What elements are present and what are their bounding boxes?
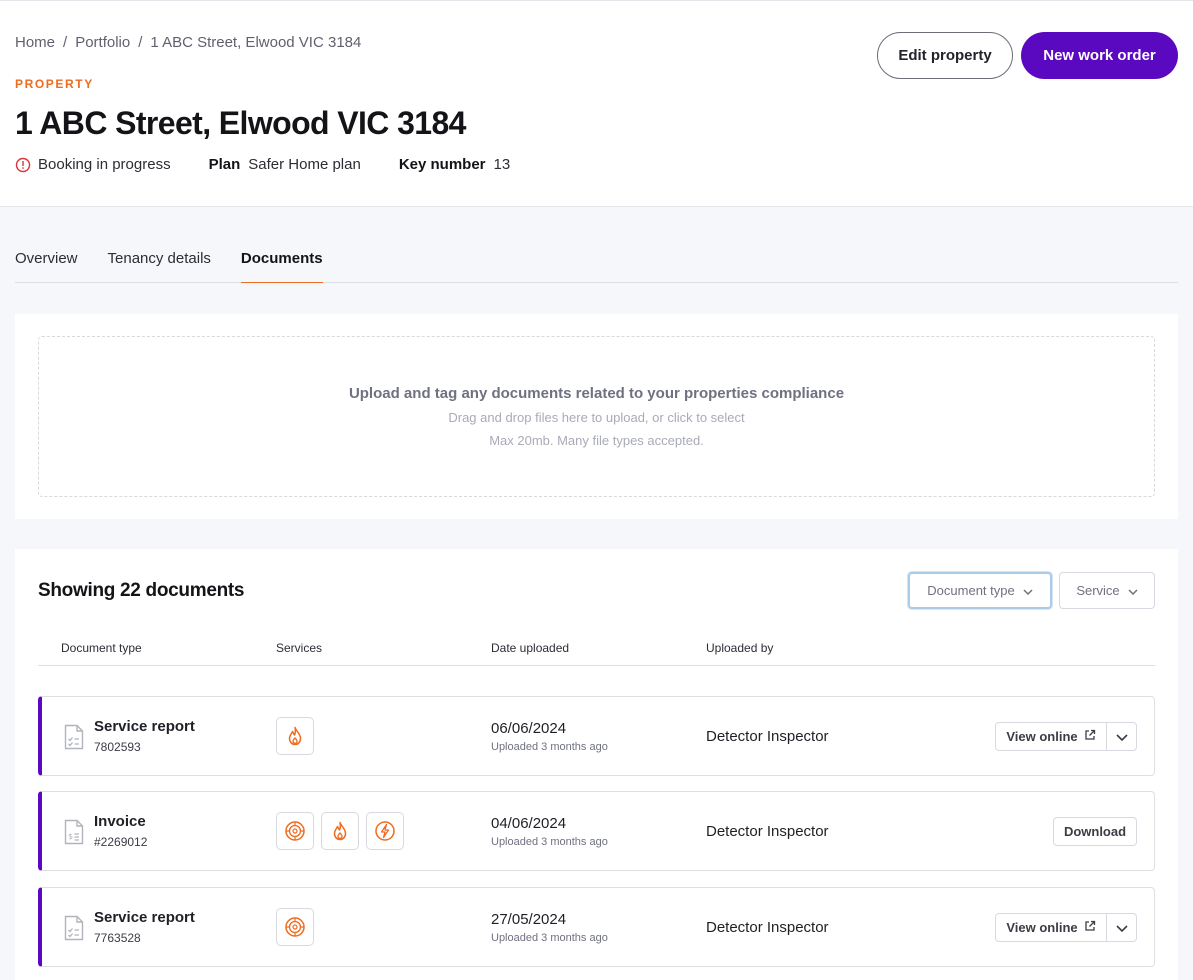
- view-online-label: View online: [1006, 920, 1078, 935]
- table-row[interactable]: Service report 7802593 06/06/2024 Upload…: [38, 696, 1155, 776]
- document-number: 7802593: [94, 740, 141, 754]
- view-online-label: View online: [1006, 729, 1078, 744]
- invoice-document-icon: $: [64, 819, 84, 850]
- tab-overview[interactable]: Overview: [15, 239, 78, 283]
- fire-icon: [276, 717, 314, 755]
- documents-card: Showing 22 documents Document type Servi…: [15, 549, 1178, 980]
- uploaded-by: Detector Inspector: [706, 728, 829, 745]
- external-link-icon: [1084, 920, 1096, 935]
- document-number: #2269012: [94, 835, 148, 849]
- uploaded-ago: Uploaded 3 months ago: [491, 836, 608, 848]
- download-button[interactable]: Download: [1053, 817, 1137, 846]
- smoke-alarm-icon: [276, 908, 314, 946]
- view-online-group: View online: [995, 913, 1137, 942]
- key-info: Key number 13: [399, 156, 510, 173]
- breadcrumb-separator: /: [63, 34, 68, 51]
- electrical-icon: [366, 812, 404, 850]
- document-icon: [64, 724, 84, 755]
- chevron-down-icon: [1023, 583, 1033, 598]
- edit-property-button[interactable]: Edit property: [877, 32, 1013, 79]
- breadcrumb: Home / Portfolio / 1 ABC Street, Elwood …: [15, 34, 361, 51]
- property-meta: Booking in progress Plan Safer Home plan …: [15, 156, 548, 173]
- property-header: Home / Portfolio / 1 ABC Street, Elwood …: [0, 0, 1193, 207]
- uploaded-ago: Uploaded 3 months ago: [491, 932, 608, 944]
- document-name: Service report: [94, 909, 195, 926]
- documents-count: Showing 22 documents: [38, 580, 245, 601]
- row-menu-button[interactable]: [1107, 914, 1136, 941]
- tab-documents[interactable]: Documents: [240, 239, 323, 283]
- key-value: 13: [493, 156, 511, 173]
- row-menu-button[interactable]: [1107, 723, 1136, 750]
- smoke-alarm-icon: [276, 812, 314, 850]
- plan-value: Safer Home plan: [248, 156, 361, 173]
- chevron-down-icon: [1115, 919, 1128, 937]
- plan-label: Plan: [208, 156, 241, 173]
- breadcrumb-portfolio[interactable]: Portfolio: [75, 34, 130, 51]
- column-document-type: Document type: [61, 641, 142, 655]
- chevron-down-icon: [1128, 583, 1138, 598]
- service-filter-label: Service: [1076, 583, 1120, 598]
- dropzone-subtitle: Drag and drop files here to upload, or c…: [448, 410, 745, 425]
- tab-bar: Overview Tenancy details Documents: [15, 239, 1178, 283]
- breadcrumb-separator: /: [138, 34, 143, 51]
- alert-icon: [15, 157, 31, 173]
- chevron-down-icon: [1115, 728, 1128, 746]
- document-number: 7763528: [94, 931, 141, 945]
- uploaded-ago: Uploaded 3 months ago: [491, 741, 608, 753]
- tab-tenancy-details[interactable]: Tenancy details: [108, 239, 211, 283]
- document-name: Invoice: [94, 813, 146, 830]
- dropzone-limits: Max 20mb. Many file types accepted.: [489, 433, 704, 448]
- document-name: Service report: [94, 718, 195, 735]
- date-uploaded: 27/05/2024: [491, 911, 567, 928]
- table-header: Document type Services Date uploaded Upl…: [38, 633, 1155, 666]
- view-online-group: View online: [995, 722, 1137, 751]
- document-icon: [64, 915, 84, 946]
- table-row[interactable]: Service report 7763528 27/05/2024 Upload…: [38, 887, 1155, 967]
- column-date-uploaded: Date uploaded: [491, 641, 570, 655]
- document-type-filter[interactable]: Document type: [908, 572, 1052, 609]
- breadcrumb-current: 1 ABC Street, Elwood VIC 3184: [150, 34, 362, 51]
- svg-text:$: $: [68, 832, 73, 841]
- plan-info: Plan Safer Home plan: [209, 156, 361, 173]
- key-label: Key number: [398, 156, 486, 173]
- new-work-order-button[interactable]: New work order: [1021, 32, 1178, 79]
- file-dropzone[interactable]: Upload and tag any documents related to …: [38, 336, 1155, 497]
- date-uploaded: 06/06/2024: [491, 720, 567, 737]
- uploaded-by: Detector Inspector: [706, 823, 829, 840]
- breadcrumb-home[interactable]: Home: [15, 34, 55, 51]
- view-online-button[interactable]: View online: [996, 914, 1107, 941]
- table-row[interactable]: $ Invoice #2269012 04/06/2024 Uploaded 3…: [38, 791, 1155, 871]
- date-uploaded: 04/06/2024: [491, 815, 567, 832]
- dropzone-title: Upload and tag any documents related to …: [348, 385, 845, 402]
- column-uploaded-by: Uploaded by: [706, 641, 774, 655]
- document-type-filter-label: Document type: [927, 583, 1015, 598]
- page-title: 1 ABC Street, Elwood VIC 3184: [15, 105, 466, 141]
- service-filter[interactable]: Service: [1059, 572, 1155, 609]
- status-text: Booking in progress: [38, 156, 171, 173]
- page-eyebrow: PROPERTY: [15, 77, 94, 91]
- fire-icon: [321, 812, 359, 850]
- uploaded-by: Detector Inspector: [706, 919, 829, 936]
- view-online-button[interactable]: View online: [996, 723, 1107, 750]
- column-services: Services: [276, 641, 323, 655]
- upload-card: Upload and tag any documents related to …: [15, 314, 1178, 519]
- external-link-icon: [1084, 729, 1096, 744]
- status-badge: Booking in progress: [15, 156, 171, 173]
